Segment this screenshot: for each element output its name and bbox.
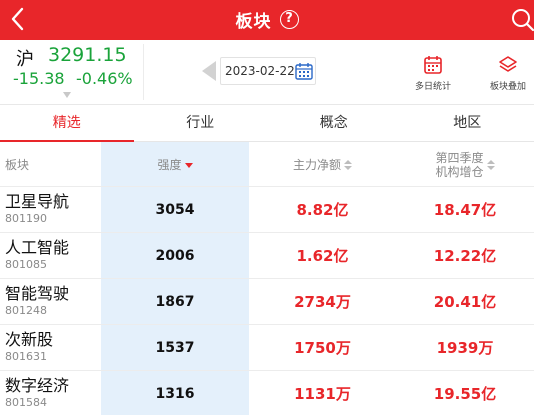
category-tabs: 精选 行业 概念 地区 xyxy=(0,105,534,142)
sector-cell: 卫星导航 801190 xyxy=(5,192,69,226)
strength-value: 2006 xyxy=(155,248,195,264)
multi-day-stats-label: 多日统计 xyxy=(414,82,451,92)
help-icon[interactable]: ? xyxy=(279,9,299,29)
date-picker[interactable]: 2023-02-22 xyxy=(220,57,316,85)
header-inst-label: 第四季度 机构增仓 xyxy=(435,151,483,179)
tab-label: 地区 xyxy=(453,115,482,131)
header-sector: 板块 xyxy=(5,142,29,187)
caret-down-icon[interactable] xyxy=(63,92,71,98)
institution-increase-value: 12.22亿 xyxy=(433,247,497,265)
sector-name: 智能驾驶 xyxy=(5,284,70,303)
sector-overlay-button[interactable]: 板块叠加 xyxy=(483,52,533,98)
tab-featured[interactable]: 精选 xyxy=(0,105,134,142)
table-row[interactable]: 卫星导航 801190 3054 8.82亿 18.47亿 xyxy=(0,187,534,233)
top-bar: 板块 ? xyxy=(0,0,534,40)
strength-value: 1316 xyxy=(155,386,195,402)
net-inflow-value: 2734万 xyxy=(294,293,351,311)
sector-cell: 次新股 801631 xyxy=(5,330,53,364)
sector-name: 次新股 xyxy=(5,330,54,349)
institution-increase-value: 18.47亿 xyxy=(433,201,497,219)
sort-icon xyxy=(486,159,495,170)
institution-increase-value: 20.41亿 xyxy=(433,293,497,311)
table-row[interactable]: 智能驾驶 801248 1867 2734万 20.41亿 xyxy=(0,279,534,325)
tab-region[interactable]: 地区 xyxy=(401,105,534,141)
strength-value: 3054 xyxy=(155,202,195,218)
sector-code: 801190 xyxy=(5,212,47,225)
title-group: 板块 ? xyxy=(0,6,534,32)
index-change: -15.38 xyxy=(13,69,65,88)
header-net-label: 主力净额 xyxy=(292,158,341,172)
sector-code: 801085 xyxy=(5,258,47,271)
divider xyxy=(143,44,144,100)
calendar-icon[interactable] xyxy=(295,62,313,80)
date-value: 2023-02-22 xyxy=(225,64,295,78)
table-row[interactable]: 人工智能 801085 2006 1.62亿 12.22亿 xyxy=(0,233,534,279)
header-strength[interactable]: 强度 xyxy=(101,142,249,187)
table-row[interactable]: 数字经济 801584 1316 1131万 19.55亿 xyxy=(0,371,534,415)
sector-name: 人工智能 xyxy=(5,238,70,257)
strength-value: 1867 xyxy=(155,294,195,310)
index-name[interactable]: 沪 xyxy=(16,45,34,71)
sector-code: 801248 xyxy=(5,304,47,317)
header-institution-increase[interactable]: 第四季度 机构增仓 xyxy=(396,142,534,187)
calendar-stats-icon xyxy=(424,56,442,74)
net-inflow-value: 1750万 xyxy=(294,339,351,357)
index-change-percent: -0.46% xyxy=(76,69,133,88)
tab-industry[interactable]: 行业 xyxy=(134,105,268,141)
table-header: 板块 强度 主力净额 第四季度 机构增仓 xyxy=(0,142,534,187)
sector-cell: 智能驾驶 801248 xyxy=(5,284,69,318)
header-strength-label: 强度 xyxy=(157,158,182,172)
tab-label: 精选 xyxy=(52,115,81,131)
layers-icon xyxy=(499,56,517,72)
page-title: 板块 xyxy=(235,11,272,32)
tab-concept[interactable]: 概念 xyxy=(267,105,401,141)
sector-overlay-label: 板块叠加 xyxy=(489,82,526,92)
sort-desc-icon xyxy=(184,162,193,168)
sector-cell: 数字经济 801584 xyxy=(5,376,69,410)
net-inflow-value: 8.82亿 xyxy=(296,201,349,219)
institution-increase-value: 19.55亿 xyxy=(433,385,497,403)
sector-name: 数字经济 xyxy=(5,376,70,395)
sector-code: 801584 xyxy=(5,396,47,409)
sort-icon xyxy=(344,159,352,170)
header-sector-label: 板块 xyxy=(5,158,30,172)
header-inst-line1: 第四季度 xyxy=(435,150,484,165)
sector-cell: 人工智能 801085 xyxy=(5,238,69,272)
table-row[interactable]: 次新股 801631 1537 1750万 1939万 xyxy=(0,325,534,371)
index-price: 3291.15 xyxy=(48,44,127,66)
net-inflow-value: 1131万 xyxy=(294,385,351,403)
institution-increase-value: 1939万 xyxy=(436,339,494,357)
tab-label: 行业 xyxy=(186,115,215,131)
sector-code: 801631 xyxy=(5,350,47,363)
tab-label: 概念 xyxy=(319,115,348,131)
sector-table: 卫星导航 801190 3054 8.82亿 18.47亿 人工智能 80108… xyxy=(0,187,534,415)
net-inflow-value: 1.62亿 xyxy=(296,247,349,265)
header-inst-line2: 机构增仓 xyxy=(435,164,484,179)
strength-value: 1537 xyxy=(155,340,195,356)
date-prev-arrow-icon[interactable] xyxy=(200,60,218,82)
header-main-net-inflow[interactable]: 主力净额 xyxy=(249,142,396,187)
multi-day-stats-button[interactable]: 多日统计 xyxy=(410,52,456,98)
sector-name: 卫星导航 xyxy=(5,192,70,211)
search-icon[interactable] xyxy=(510,7,534,33)
index-quote-panel: 沪 3291.15 -15.38 -0.46% 2023-02-22 多日统计 … xyxy=(0,40,534,104)
